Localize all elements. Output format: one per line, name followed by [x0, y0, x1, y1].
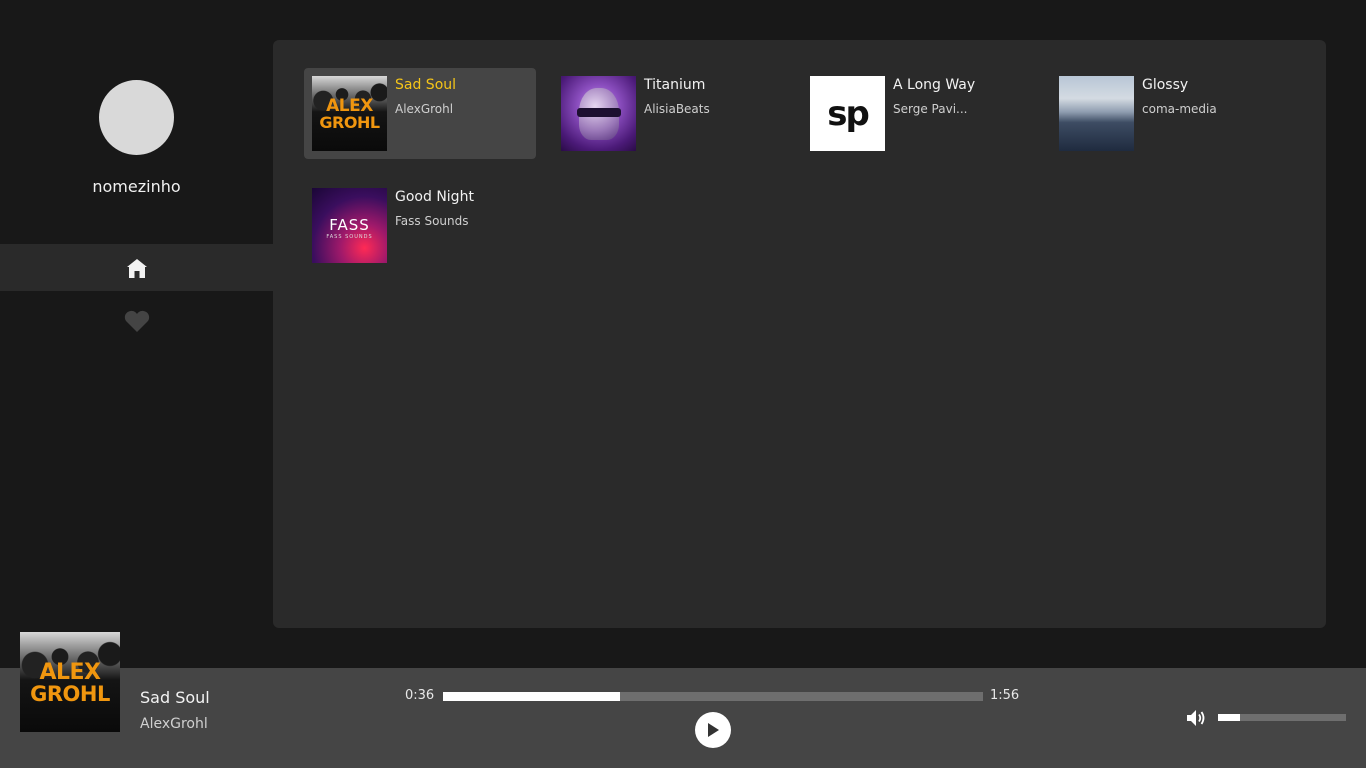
now-playing-title: Sad Soul	[140, 688, 210, 707]
home-icon	[126, 258, 147, 278]
duration: 1:56	[990, 688, 1020, 703]
track-title: Good Night	[395, 189, 474, 205]
volume-button[interactable]	[1186, 708, 1208, 728]
current-time: 0:36	[405, 688, 435, 703]
progress-bar[interactable]	[443, 692, 983, 701]
track-title: Sad Soul	[395, 77, 457, 93]
sp-cover: sp	[810, 76, 885, 151]
cover-logo-grohl: GROHL	[319, 113, 380, 132]
glossy-cover	[1059, 76, 1134, 151]
track-card-good-night[interactable]: FASS FASS SOUNDS Good Night Fass Sounds	[304, 180, 536, 271]
track-card-glossy[interactable]: Glossy coma-media	[1051, 68, 1283, 159]
avatar[interactable]	[99, 80, 174, 155]
track-title: Titanium	[644, 77, 706, 93]
track-grid: ALEX GROHL Sad Soul AlexGrohl Titanium A…	[273, 40, 1326, 628]
nav-favorites[interactable]	[0, 297, 273, 344]
play-button[interactable]	[695, 712, 731, 748]
volume-slider[interactable]	[1218, 714, 1346, 721]
progress-fill	[443, 692, 620, 701]
track-artist: coma-media	[1142, 102, 1217, 116]
heart-icon	[124, 310, 149, 332]
alex-grohl-cover: ALEX GROHL	[312, 76, 387, 151]
play-icon	[708, 723, 719, 737]
track-artist: Fass Sounds	[395, 214, 469, 228]
sidebar: nomezinho	[0, 0, 273, 668]
track-card-titanium[interactable]: Titanium AlisiaBeats	[553, 68, 785, 159]
cover-logo-sp: sp	[827, 93, 870, 134]
cover-logo-fass: FASS	[329, 216, 370, 234]
track-artist: Serge Pavi...	[893, 102, 968, 116]
now-playing-cover: ALEX GROHL	[20, 632, 120, 732]
cover-logo-fass-sub: FASS SOUNDS	[326, 234, 373, 240]
track-title: Glossy	[1142, 77, 1189, 93]
now-playing-artist: AlexGrohl	[140, 716, 208, 732]
track-card-a-long-way[interactable]: sp A Long Way Serge Pavi...	[802, 68, 1034, 159]
volume-fill	[1218, 714, 1240, 721]
username: nomezinho	[92, 177, 181, 196]
cover-logo-grohl: GROHL	[30, 682, 110, 706]
track-artist: AlexGrohl	[395, 102, 454, 116]
fass-cover: FASS FASS SOUNDS	[312, 188, 387, 263]
titanium-cover	[561, 76, 636, 151]
volume-icon	[1187, 710, 1205, 726]
track-title: A Long Way	[893, 77, 976, 93]
music-app: nomezinho ALEX GROHL Sad Soul AlexGrohl	[0, 0, 1366, 768]
track-card-sad-soul[interactable]: ALEX GROHL Sad Soul AlexGrohl	[304, 68, 536, 159]
track-artist: AlisiaBeats	[644, 102, 710, 116]
nav-home[interactable]	[0, 244, 273, 291]
